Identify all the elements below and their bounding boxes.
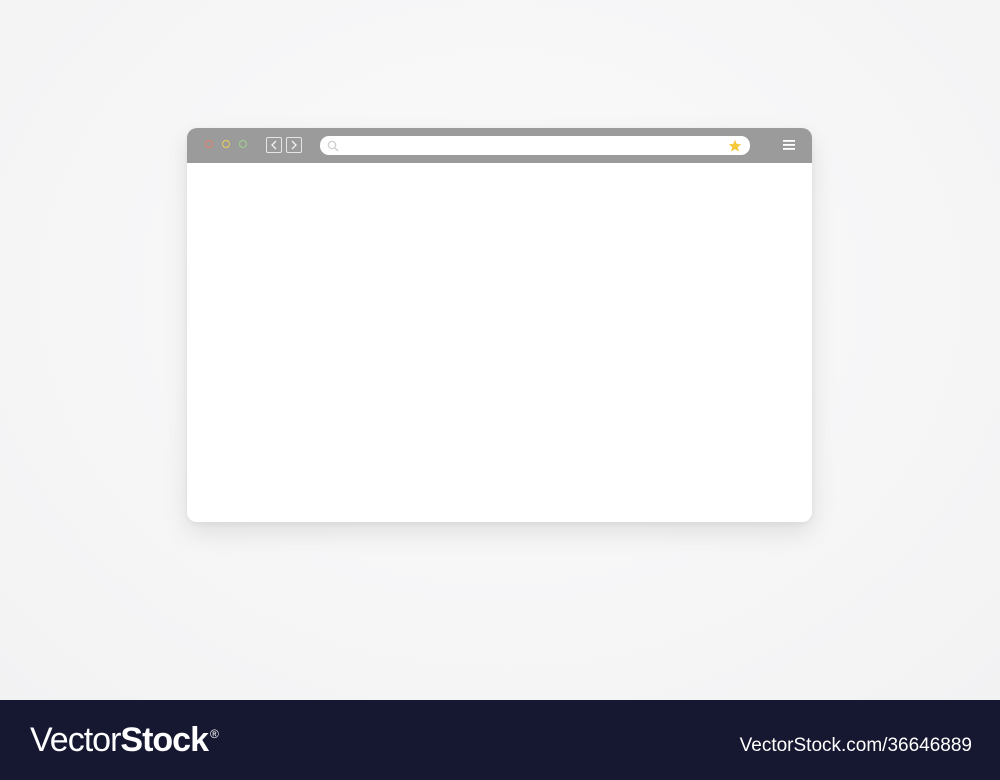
window-close-button[interactable] xyxy=(205,140,213,148)
brand-logo: VectorStock ® xyxy=(30,718,219,762)
watermark-footer: VectorStock ® VectorStock.com/36646889 xyxy=(0,700,1000,780)
chevron-left-icon xyxy=(271,140,277,150)
window-maximize-button[interactable] xyxy=(239,140,247,148)
hamburger-menu-icon[interactable] xyxy=(783,140,795,150)
brand-logo-regular: Vector xyxy=(30,721,121,759)
forward-button[interactable] xyxy=(286,137,302,153)
browser-window xyxy=(187,128,812,522)
chevron-right-icon xyxy=(291,140,297,150)
image-id-text: VectorStock.com/36646889 xyxy=(739,735,972,756)
browser-toolbar xyxy=(187,128,812,163)
search-icon xyxy=(327,140,339,152)
window-minimize-button[interactable] xyxy=(222,140,230,148)
registered-mark: ® xyxy=(209,727,219,741)
bookmark-star-icon[interactable] xyxy=(728,139,742,153)
browser-content-area xyxy=(187,163,812,522)
brand-logo-bold: Stock xyxy=(120,721,209,759)
back-button[interactable] xyxy=(266,137,282,153)
address-bar-input[interactable] xyxy=(320,136,750,155)
